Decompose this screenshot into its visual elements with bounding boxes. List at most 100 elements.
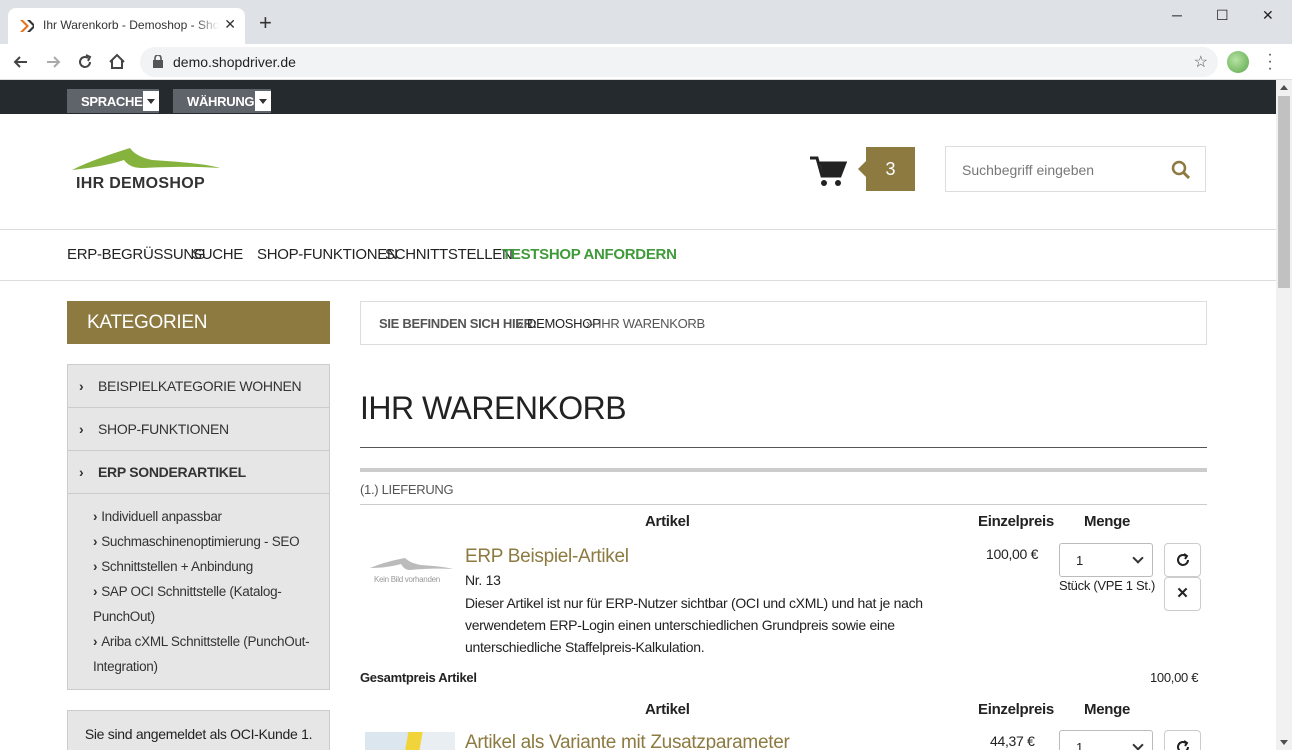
currency-dropdown[interactable]: WÄHRUNG: [173, 89, 271, 113]
search-icon[interactable]: [1171, 160, 1191, 180]
update-quantity-button[interactable]: [1164, 730, 1201, 750]
breadcrumb-separator: »: [516, 316, 523, 331]
scrollbar-thumb[interactable]: [1278, 96, 1290, 288]
nav-erp-begruessung[interactable]: ERP-BEGRÜSSUNG: [67, 246, 206, 263]
nav-shop-funktionen[interactable]: SHOP-FUNKTIONEN: [257, 246, 398, 263]
nav-schnittstellen[interactable]: SCHNITTSTELLEN: [385, 246, 513, 263]
subcategory-label: Ariba cXML Schnittstelle (PunchOut-Integ…: [93, 634, 310, 674]
category-label: SHOP-FUNKTIONEN: [98, 421, 229, 437]
logo-text: IHR DEMOSHOP: [76, 175, 205, 192]
chevron-down-icon: [143, 91, 159, 111]
web-page: SPRACHE WÄHRUNG IHR DEMOSHOP 3 Suchbegri…: [0, 80, 1276, 750]
tab-title: Ihr Warenkorb - Demoshop - Shopdriver: [43, 18, 219, 32]
top-strip: SPRACHE WÄHRUNG: [0, 80, 1276, 114]
unit-price: 44,37 €: [990, 733, 1035, 749]
column-header-quantity: Menge: [1084, 513, 1131, 530]
column-header-unit-price: Einzelpreis: [978, 513, 1054, 530]
bookmark-star-icon[interactable]: ☆: [1194, 52, 1208, 72]
subcategory-item[interactable]: › Ariba cXML Schnittstelle (PunchOut-Inte…: [93, 629, 323, 679]
product-title-link[interactable]: Artikel als Variante mit Zusatzparameter: [465, 732, 790, 750]
chevron-right-icon: ›: [93, 634, 98, 649]
chevron-right-icon: ›: [93, 509, 98, 524]
scroll-down-arrow-icon[interactable]: [1280, 740, 1288, 745]
column-header-unit-price: Einzelpreis: [978, 701, 1054, 718]
search-input[interactable]: Suchbegriff eingeben: [945, 146, 1206, 192]
product-title-link[interactable]: ERP Beispiel-Artikel: [465, 546, 629, 568]
chevron-right-icon: ›: [79, 421, 84, 437]
divider: [360, 447, 1207, 448]
forward-arrow-icon[interactable]: [43, 52, 63, 72]
categories-heading: KATEGORIEN: [67, 301, 330, 344]
browser-tab-strip: Ihr Warenkorb - Demoshop - Shopdriver ✕ …: [0, 0, 1292, 44]
subcategory-item[interactable]: › Schnittstellen + Anbindung: [93, 554, 323, 579]
chevron-right-icon: ›: [79, 464, 84, 480]
quantity-select[interactable]: 1: [1059, 730, 1153, 750]
product-description: Dieser Artikel ist nur für ERP-Nutzer si…: [465, 595, 923, 655]
chevron-down-icon: [1132, 552, 1144, 564]
scroll-up-arrow-icon[interactable]: [1280, 85, 1288, 90]
profile-avatar[interactable]: [1227, 51, 1249, 73]
breadcrumb-label: SIE BEFINDEN SICH HIER:: [379, 316, 537, 331]
refresh-icon: [1176, 740, 1189, 750]
unit-price: 100,00 €: [986, 546, 1039, 562]
nav-testshop-anfordern[interactable]: TESTSHOP ANFORDERN: [502, 246, 677, 263]
update-quantity-button[interactable]: [1164, 543, 1201, 577]
remove-item-button[interactable]: ✕: [1164, 577, 1201, 611]
category-item-erp-sonderartikel[interactable]: › ERP SONDERARTIKEL: [68, 451, 329, 494]
column-header-article: Artikel: [645, 513, 690, 530]
cart-count-badge[interactable]: 3: [858, 147, 915, 191]
quantity-value: 1: [1076, 740, 1084, 750]
product-image-alt-text: Kein Bild vorhanden: [374, 575, 440, 584]
chevron-right-icon: ›: [79, 378, 84, 394]
reload-icon[interactable]: [75, 52, 95, 72]
address-bar[interactable]: demo.shopdriver.de ☆: [140, 47, 1218, 77]
browser-menu-icon[interactable]: · · ·: [1262, 47, 1278, 77]
refresh-icon: [1176, 553, 1189, 566]
subcategory-item[interactable]: › Suchmaschinenoptimierung - SEO: [93, 529, 323, 554]
category-label: BEISPIELKATEGORIE WOHNEN: [98, 378, 302, 394]
page-scrollbar[interactable]: [1276, 80, 1292, 750]
page-title: IHR WARENKORB: [360, 390, 627, 426]
logo-swoosh-icon: [72, 148, 220, 170]
language-dropdown[interactable]: SPRACHE: [67, 89, 159, 113]
login-status-box: Sie sind angemeldet als OCI-Kunde 1.: [67, 710, 330, 750]
quantity-select[interactable]: 1: [1059, 543, 1153, 577]
column-header-article: Artikel: [645, 701, 690, 718]
maximize-button[interactable]: ☐: [1216, 7, 1229, 24]
product-image: [365, 732, 455, 750]
browser-tab[interactable]: Ihr Warenkorb - Demoshop - Shopdriver ✕: [8, 8, 245, 44]
nav-suche[interactable]: SUCHE: [192, 246, 243, 263]
tab-close-icon[interactable]: ✕: [224, 16, 236, 32]
url-text: demo.shopdriver.de: [173, 54, 296, 70]
chevron-right-icon: ›: [93, 534, 98, 549]
login-status-text: Sie sind angemeldet als OCI-Kunde 1.: [84, 726, 313, 742]
product-image-placeholder: [370, 558, 453, 570]
minimize-button[interactable]: ─: [1172, 7, 1182, 23]
chevron-right-icon: ›: [93, 559, 98, 574]
subcategory-label: Suchmaschinenoptimierung - SEO: [101, 534, 300, 549]
category-item-wohnen[interactable]: › BEISPIELKATEGORIE WOHNEN: [68, 365, 329, 408]
main-navigation: ERP-BEGRÜSSUNG SUCHE SHOP-FUNKTIONEN SCH…: [0, 229, 1276, 281]
chevron-right-icon: ›: [93, 584, 98, 599]
home-icon[interactable]: [107, 52, 127, 72]
subcategory-item[interactable]: › SAP OCI Schnittstelle (Katalog-PunchOut…: [93, 579, 323, 629]
back-arrow-icon[interactable]: [11, 52, 31, 72]
quantity-unit: Stück (VPE 1 St.): [1059, 578, 1156, 593]
divider: [360, 504, 1207, 505]
subcategory-item[interactable]: › Individuell anpassbar: [93, 504, 323, 529]
shopping-cart-icon[interactable]: [808, 154, 848, 188]
browser-toolbar: demo.shopdriver.de ☆ · · ·: [0, 44, 1292, 80]
total-label: Gesamtpreis Artikel: [360, 670, 477, 685]
category-list: › BEISPIELKATEGORIE WOHNEN › SHOP-FUNKTI…: [67, 364, 330, 690]
close-window-button[interactable]: ✕: [1262, 7, 1274, 24]
shop-logo[interactable]: IHR DEMOSHOP: [72, 148, 222, 196]
delivery-label: (1.) LIEFERUNG: [360, 482, 454, 497]
quantity-value: 1: [1076, 553, 1084, 568]
category-item-shop-funktionen[interactable]: › SHOP-FUNKTIONEN: [68, 408, 329, 451]
subcategory-label: Schnittstellen + Anbindung: [101, 559, 253, 574]
lock-icon: [153, 55, 163, 68]
language-label: SPRACHE: [81, 94, 143, 109]
close-icon: ✕: [1176, 585, 1189, 602]
new-tab-button[interactable]: +: [259, 12, 272, 34]
breadcrumb-separator: »: [586, 316, 593, 331]
